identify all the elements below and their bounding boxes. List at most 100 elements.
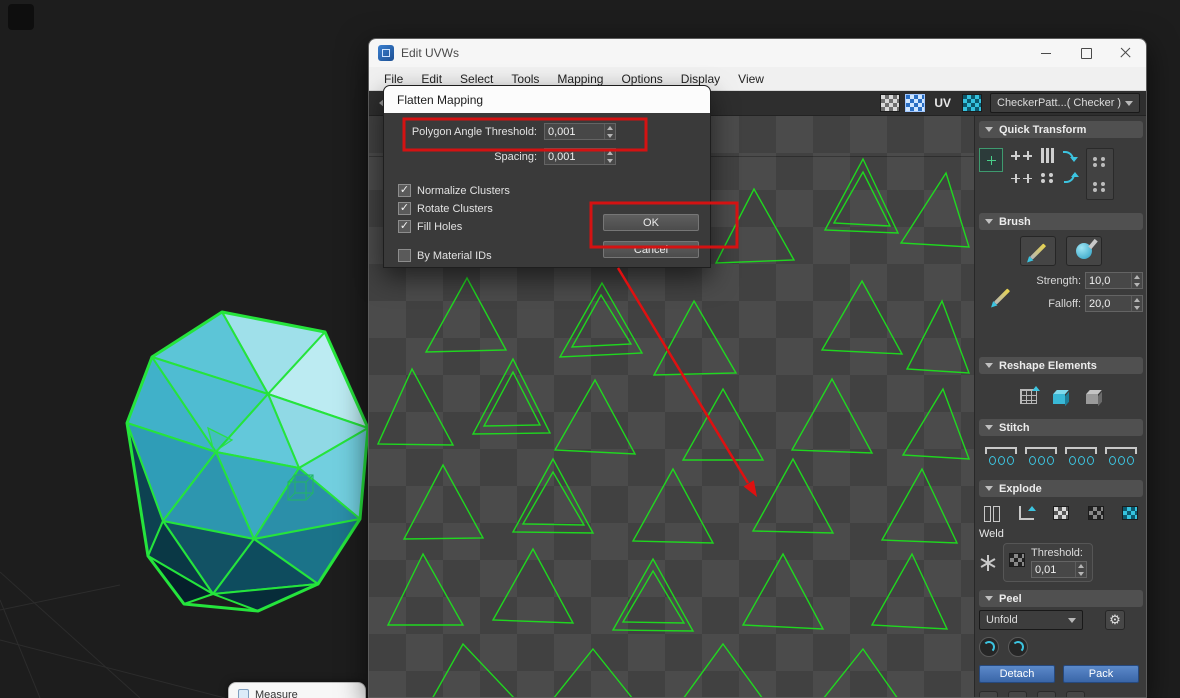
relax-grid-icon[interactable] [1019, 385, 1040, 404]
peel-settings-gear-icon[interactable]: ⚙ [1105, 610, 1125, 630]
measure-window-icon [238, 689, 249, 698]
section-reshape-elements[interactable]: Reshape Elements [979, 357, 1143, 374]
normalize-clusters-checkbox[interactable]: ✓ [398, 184, 411, 197]
align-vertical-icon[interactable] [1041, 148, 1054, 163]
collapse-arrow-icon [985, 127, 993, 132]
stitch-average-icon[interactable] [1025, 447, 1057, 467]
peel-reset-icon[interactable] [1008, 637, 1028, 657]
snap-option-icon[interactable] [1093, 156, 1107, 167]
fill-holes-checkbox[interactable]: ✓ [398, 220, 411, 233]
spacing-field[interactable]: 0,001 [544, 148, 616, 165]
cancel-button[interactable]: Cancel [603, 241, 699, 258]
texture-dropdown-value: CheckerPatt...( Checker ) [997, 97, 1122, 109]
relax-brush-button[interactable] [1066, 236, 1102, 266]
close-button[interactable] [1106, 41, 1146, 65]
relax-brush-icon [1076, 243, 1092, 259]
explode-corner-icon[interactable] [1014, 502, 1040, 524]
uv-tools-panel: Quick Transform Brush Strength: 10,0 Fal… [974, 116, 1146, 697]
paint-brush-icon [1029, 242, 1047, 260]
by-material-ids-row[interactable]: ✓ By Material IDs [398, 249, 492, 262]
paint-brush-button[interactable] [1020, 236, 1056, 266]
peel-seams-icon[interactable] [979, 637, 999, 657]
checker-pattern-active-icon[interactable] [905, 94, 926, 112]
target-weld-icon[interactable] [1009, 553, 1025, 567]
spacing-spinner[interactable] [604, 149, 615, 164]
desktop: Measure Edit UVWs File Edit Select Tools… [0, 0, 1180, 698]
fill-holes-row[interactable]: ✓ Fill Holes [398, 220, 462, 233]
straighten-cube-icon[interactable] [1052, 388, 1070, 407]
stitch-custom-icon[interactable] [985, 447, 1017, 467]
align-horizontal-icon[interactable] [1011, 151, 1032, 160]
collapse-arrow-icon [985, 219, 993, 224]
peel-mode-dropdown[interactable]: Unfold [979, 610, 1083, 630]
section-brush[interactable]: Brush [979, 213, 1143, 230]
menu-view[interactable]: View [729, 69, 773, 89]
collapse-arrow-icon [985, 425, 993, 430]
section-stitch[interactable]: Stitch [979, 419, 1143, 436]
collapse-arrow-icon [985, 486, 993, 491]
falloff-field[interactable]: 20,0 [1085, 295, 1143, 312]
rotate-ccw-icon[interactable] [1062, 150, 1078, 162]
weld-threshold-spinner[interactable] [1075, 562, 1086, 577]
strength-label: Strength: [1036, 274, 1081, 287]
move-selected-icon[interactable] [979, 148, 1003, 172]
rotate-clusters-checkbox[interactable]: ✓ [398, 202, 411, 215]
edit-uvws-app-icon [378, 45, 394, 61]
falloff-spinner[interactable] [1131, 296, 1142, 311]
strength-spinner[interactable] [1131, 273, 1142, 288]
weld-threshold-field[interactable]: 0,01 [1031, 561, 1087, 578]
falloff-label: Falloff: [1048, 297, 1081, 310]
texture-dropdown[interactable]: CheckerPatt...( Checker ) [990, 93, 1140, 113]
rectangularize-cube-icon[interactable] [1085, 388, 1103, 407]
collapse-arrow-icon [985, 363, 993, 368]
space-horizontal-icon[interactable] [1011, 173, 1032, 183]
quick-transform-extra-group [1086, 148, 1114, 200]
flatten-mapping-dialog: Flatten Mapping Polygon Angle Threshold:… [383, 85, 711, 268]
peel-mode-value: Unfold [986, 614, 1018, 626]
chevron-down-icon [1068, 617, 1076, 623]
strength-field[interactable]: 10,0 [1085, 272, 1143, 289]
measure-window-title: Measure [255, 688, 298, 698]
extra-tool-icon[interactable] [1008, 691, 1027, 697]
distribute-icon[interactable] [1041, 173, 1055, 183]
polygon-angle-threshold-spinner[interactable] [604, 124, 615, 139]
paint-move-brush-icon[interactable] [987, 282, 1017, 314]
pack-button[interactable]: Pack [1063, 665, 1139, 683]
extra-tool-icon[interactable] [979, 691, 998, 697]
section-peel[interactable]: Peel [979, 590, 1143, 607]
by-material-ids-checkbox[interactable]: ✓ [398, 249, 411, 262]
section-explode[interactable]: Explode [979, 480, 1143, 497]
extra-tool-icon[interactable] [1066, 691, 1085, 697]
maximize-button[interactable] [1066, 41, 1106, 65]
polygon-angle-threshold-field[interactable]: 0,001 [544, 123, 616, 140]
dialog-title: Flatten Mapping [397, 92, 484, 107]
chevron-down-icon [1125, 100, 1133, 106]
taskbar-app-icon[interactable] [8, 4, 34, 30]
normalize-clusters-row[interactable]: ✓ Normalize Clusters [398, 184, 510, 197]
flatten-mapping-titlebar[interactable]: Flatten Mapping [384, 86, 710, 113]
section-quick-transform[interactable]: Quick Transform [979, 121, 1143, 138]
collapse-arrow-icon [985, 596, 993, 601]
stitch-source-icon[interactable] [1065, 447, 1097, 467]
flatten-checker-icon[interactable] [1048, 502, 1074, 524]
stitch-target-icon[interactable] [1105, 447, 1137, 467]
checker-texture-icon[interactable] [962, 94, 982, 112]
threshold-label: Threshold: [1031, 547, 1083, 559]
flatten-teal-grid-icon[interactable] [1117, 502, 1143, 524]
detach-button[interactable]: Detach [979, 665, 1055, 683]
rotate-clusters-row[interactable]: ✓ Rotate Clusters [398, 202, 493, 215]
polygon-angle-threshold-label: Polygon Angle Threshold: [411, 125, 537, 138]
break-icon[interactable] [979, 502, 1005, 524]
ok-button[interactable]: OK [603, 214, 699, 231]
weld-selected-icon[interactable] [979, 554, 997, 572]
extra-tool-icon[interactable] [1037, 691, 1056, 697]
edit-uvws-titlebar[interactable]: Edit UVWs [369, 39, 1146, 67]
flatten-dark-checker-icon[interactable] [1083, 502, 1109, 524]
measure-window-fragment[interactable]: Measure [228, 682, 366, 698]
minimize-button[interactable] [1026, 41, 1066, 65]
geosphere-mesh[interactable] [125, 310, 370, 613]
snap-option2-icon[interactable] [1093, 181, 1107, 192]
checker-pattern-icon[interactable] [880, 94, 901, 112]
rotate-cw-icon[interactable] [1064, 172, 1078, 184]
window-title: Edit UVWs [401, 46, 460, 60]
